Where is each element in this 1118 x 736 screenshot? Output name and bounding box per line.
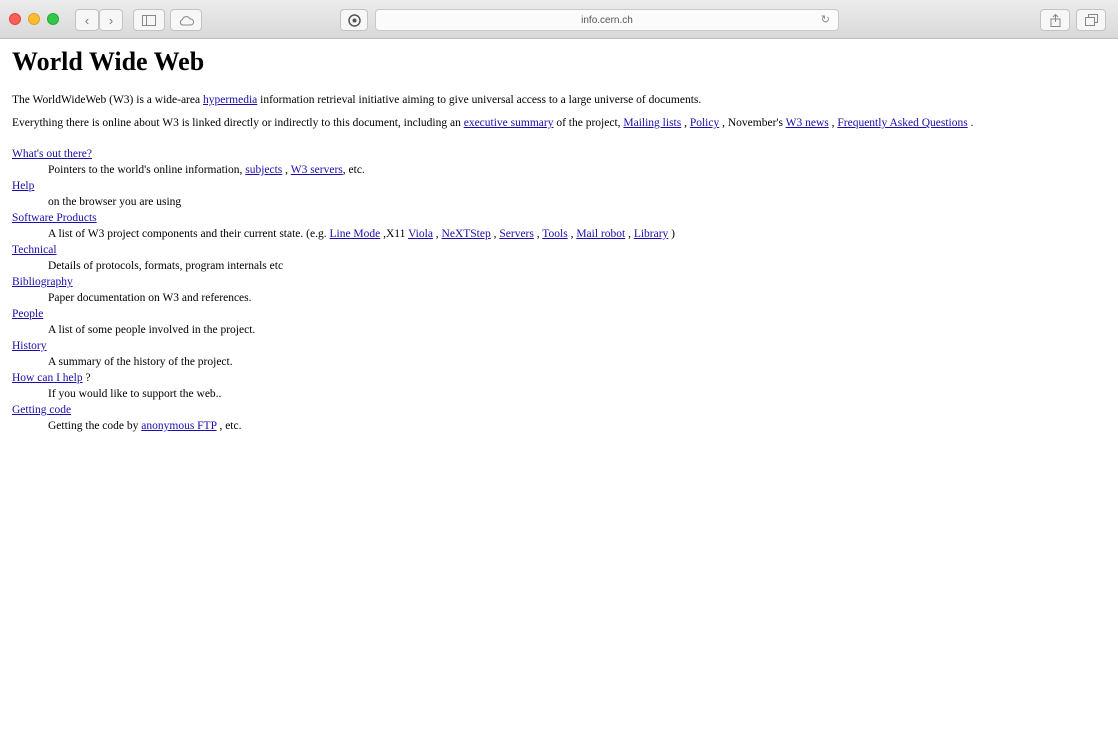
link-w3-servers[interactable]: W3 servers (291, 164, 343, 176)
sidebar-icon (142, 14, 156, 26)
description-text: , etc. (342, 164, 365, 176)
intro-text-end: information retrieval initiative aiming … (260, 94, 702, 106)
list-item-description: Details of protocols, formats, program i… (48, 260, 284, 272)
topics-list: What's out there? Pointers to the world'… (12, 146, 1106, 434)
term-suffix: ? (85, 372, 91, 384)
link-faq[interactable]: Frequently Asked Questions (837, 117, 967, 129)
description-text: , (628, 228, 631, 240)
sidebar-button[interactable] (133, 9, 165, 31)
link-history[interactable]: History (12, 340, 47, 352)
icloud-tabs-button[interactable] (170, 9, 202, 31)
description-text: ,X11 (383, 228, 406, 240)
cloud-icon (179, 15, 194, 25)
overview-text: , November's (722, 117, 783, 129)
link-tools[interactable]: Tools (542, 228, 567, 240)
list-item-description: If you would like to support the web.. (48, 388, 222, 400)
link-getting-code[interactable]: Getting code (12, 404, 71, 416)
list-item-term: Getting code (12, 402, 1106, 418)
overview-paragraph: Everything there is online about W3 is l… (12, 116, 1106, 130)
link-technical[interactable]: Technical (12, 244, 57, 256)
tabs-icon (1084, 14, 1098, 26)
description-text: Getting the code by (48, 420, 139, 432)
tabs-overview-button[interactable] (1076, 9, 1106, 31)
page-title: World Wide Web (12, 47, 205, 76)
list-item-term: People (12, 306, 1106, 322)
link-whats-out-there[interactable]: What's out there? (12, 148, 92, 160)
list-item-description: A list of W3 project components and thei… (48, 226, 1106, 242)
overview-text: , (831, 117, 835, 129)
chevron-right-icon: › (108, 12, 114, 28)
link-people[interactable]: People (12, 308, 43, 320)
list-item-term: History (12, 338, 1106, 354)
intro-text: The WorldWideWeb (W3) is a wide-area (12, 94, 201, 106)
chevron-left-icon: ‹ (84, 12, 90, 28)
address-bar[interactable]: info.cern.ch ↻ (375, 9, 839, 31)
overview-text: . (970, 117, 974, 129)
link-how-can-i-help[interactable]: How can I help (12, 372, 83, 384)
link-nextstep[interactable]: NeXTStep (442, 228, 491, 240)
overview-text: Everything there is online about W3 is l… (12, 117, 461, 129)
link-servers[interactable]: Servers (499, 228, 534, 240)
link-help[interactable]: Help (12, 180, 34, 192)
link-executive-summary[interactable]: executive summary (464, 117, 554, 129)
link-library[interactable]: Library (634, 228, 668, 240)
link-subjects[interactable]: subjects (245, 164, 282, 176)
browser-toolbar: ‹ › info.cern.ch ↻ (0, 0, 1118, 39)
list-item-description: Paper documentation on W3 and references… (48, 292, 252, 304)
privacy-report-button[interactable] (340, 9, 368, 31)
link-anonymous-ftp[interactable]: anonymous FTP (141, 420, 216, 432)
link-hypermedia[interactable]: hypermedia (203, 94, 257, 106)
zoom-window-button[interactable] (47, 13, 59, 25)
description-text: , etc. (219, 420, 242, 432)
url-text: info.cern.ch (581, 14, 633, 26)
list-item-description: on the browser you are using (48, 196, 182, 208)
share-button[interactable] (1040, 9, 1070, 31)
page-content: World Wide Web The WorldWideWeb (W3) is … (0, 39, 1118, 736)
share-icon (1050, 13, 1060, 27)
link-software-products[interactable]: Software Products (12, 212, 97, 224)
window-controls (9, 13, 59, 25)
description-text: , (570, 228, 574, 240)
list-item-description: Getting the code by anonymous FTP , etc. (48, 418, 1106, 434)
link-mailing-lists[interactable]: Mailing lists (623, 117, 681, 129)
link-policy[interactable]: Policy (690, 117, 719, 129)
description-text: , (536, 228, 540, 240)
back-button[interactable]: ‹ (75, 9, 99, 31)
browser-window: ‹ › info.cern.ch ↻ World Wide Web The Wo… (0, 0, 1118, 736)
description-text: A list of W3 project components and thei… (48, 228, 327, 240)
list-item-term: Bibliography (12, 274, 1106, 290)
list-item-term: What's out there? (12, 146, 1106, 162)
list-item-description: A summary of the history of the project. (48, 356, 233, 368)
minimize-window-button[interactable] (28, 13, 40, 25)
link-viola[interactable]: Viola (408, 228, 433, 240)
description-text: , (285, 164, 289, 176)
link-line-mode[interactable]: Line Mode (329, 228, 380, 240)
description-text: , (435, 228, 439, 240)
intro-paragraph: The WorldWideWeb (W3) is a wide-area hyp… (12, 93, 1106, 107)
list-item-term: Technical (12, 242, 1106, 258)
link-w3-news[interactable]: W3 news (786, 117, 829, 129)
list-item-term: How can I help ? (12, 370, 1106, 386)
list-item-description: A list of some people involved in the pr… (48, 324, 256, 336)
overview-text: of the project, (556, 117, 621, 129)
shield-icon (347, 13, 361, 27)
reload-icon[interactable]: ↻ (821, 13, 830, 26)
description-text: , (493, 228, 497, 240)
list-item-term: Help (12, 178, 1106, 194)
forward-button[interactable]: › (99, 9, 123, 31)
close-window-button[interactable] (9, 13, 21, 25)
link-mail-robot[interactable]: Mail robot (576, 228, 625, 240)
list-item-term: Software Products (12, 210, 1106, 226)
description-text: Pointers to the world's online informati… (48, 164, 243, 176)
description-text: ) (671, 228, 676, 240)
list-item-description: Pointers to the world's online informati… (48, 162, 1106, 178)
overview-text: , (684, 117, 687, 129)
link-bibliography[interactable]: Bibliography (12, 276, 73, 288)
